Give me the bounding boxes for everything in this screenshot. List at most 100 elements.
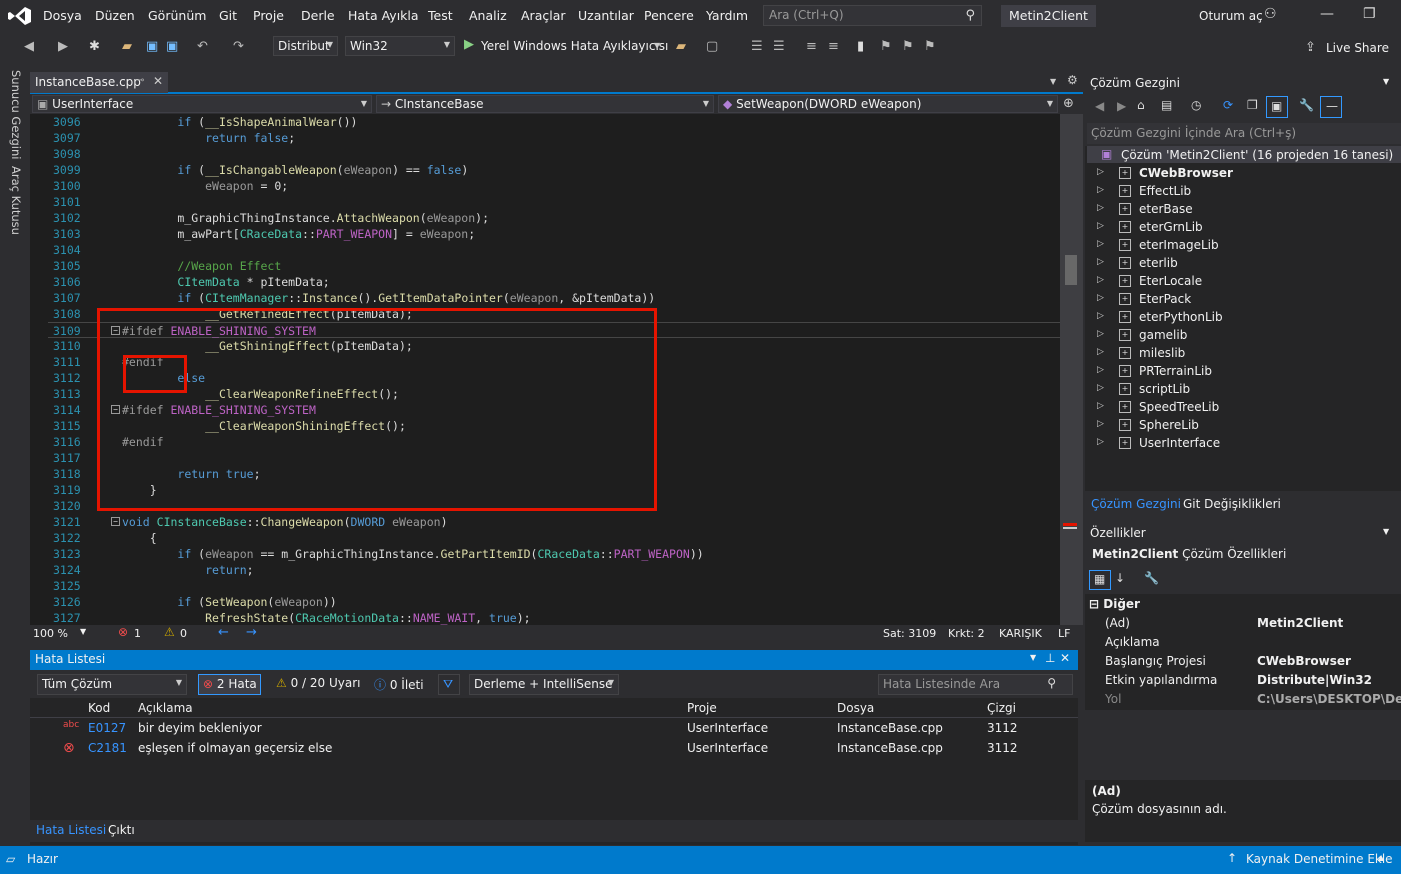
menu-item-10[interactable]: Uzantılar xyxy=(578,8,634,23)
error-project[interactable]: UserInterface xyxy=(687,741,768,755)
solution-explorer-dropdown-icon[interactable]: ▼ xyxy=(1383,77,1389,86)
tree-item-project[interactable]: ▷ + UserInterface xyxy=(1085,434,1401,452)
zoom-level[interactable]: 100 % xyxy=(33,627,68,640)
tab-git-changes[interactable]: Git Değişiklikleri xyxy=(1183,497,1281,511)
col-line[interactable]: Çizgi xyxy=(987,701,1016,715)
visual-studio-logo-icon[interactable] xyxy=(8,6,32,26)
menu-item-12[interactable]: Yardım xyxy=(706,8,748,23)
menu-item-5[interactable]: Derle xyxy=(301,8,335,23)
build-filter-combo[interactable]: Derleme + IntelliSense ▼ xyxy=(469,674,619,695)
start-debugger-button[interactable]: Yerel Windows Hata Ayıklayıcısı xyxy=(481,39,668,53)
tab-instancebase-cpp[interactable]: InstanceBase.cpp ⊸ ✕ xyxy=(30,72,168,93)
forward-icon[interactable]: ▶ xyxy=(58,39,68,54)
error-line[interactable]: 3112 xyxy=(987,721,1018,735)
se-preview-icon[interactable]: — xyxy=(1320,96,1342,118)
expand-icon[interactable]: ▷ xyxy=(1097,419,1104,429)
zoom-dropdown-icon[interactable]: ▼ xyxy=(80,627,86,636)
indent-icon[interactable]: ☰ xyxy=(751,39,763,54)
expand-icon[interactable]: ▷ xyxy=(1097,239,1104,249)
menu-item-2[interactable]: Görünüm xyxy=(148,8,206,23)
code-line[interactable]: 3103 m_awPart[CRaceData::PART_WEAPON] = … xyxy=(48,226,1060,242)
code-line[interactable]: 3101 xyxy=(48,194,1060,210)
panel-dropdown-icon[interactable]: ▼ xyxy=(1030,653,1036,662)
nav-forward-icon[interactable]: → xyxy=(246,625,257,640)
se-back-icon[interactable]: ◀ xyxy=(1095,99,1104,113)
live-share-icon[interactable]: ⇪ xyxy=(1305,40,1316,55)
expand-icon[interactable]: ▷ xyxy=(1097,401,1104,411)
redo-icon[interactable]: ↷ xyxy=(233,39,244,54)
source-control-button[interactable]: Kaynak Denetimine Ekle xyxy=(1246,852,1393,866)
error-file[interactable]: InstanceBase.cpp xyxy=(837,741,943,755)
menu-item-8[interactable]: Analiz xyxy=(469,8,507,23)
tree-item-project[interactable]: ▷ + eterGrnLib xyxy=(1085,218,1401,236)
expand-icon[interactable]: ▷ xyxy=(1097,293,1104,303)
project-nav-combo[interactable]: ▣ UserInterface ▼ xyxy=(32,95,372,113)
error-count-icon[interactable]: ⊗ xyxy=(118,625,128,639)
properties-object[interactable]: Metin2Client Çözüm Özellikleri xyxy=(1085,545,1401,565)
tree-item-project[interactable]: ▷ + EterLocale xyxy=(1085,272,1401,290)
minimize-icon[interactable]: — xyxy=(1320,6,1334,22)
panel-close-icon[interactable]: ✕ xyxy=(1060,651,1070,665)
tab-list-dropdown-icon[interactable]: ▼ xyxy=(1050,77,1056,86)
tree-item-project[interactable]: ▷ + eterlib xyxy=(1085,254,1401,272)
expand-icon[interactable]: ▷ xyxy=(1097,203,1104,213)
menu-item-9[interactable]: Araçlar xyxy=(521,8,566,23)
close-tab-icon[interactable]: ✕ xyxy=(153,74,163,88)
se-properties-icon[interactable]: 🔧 xyxy=(1299,98,1314,112)
debugger-dropdown-icon[interactable]: ▼ xyxy=(654,41,660,50)
tab-error-list[interactable]: Hata Listesi xyxy=(36,823,106,837)
maximize-icon[interactable]: ❐ xyxy=(1363,6,1376,22)
filter-icon[interactable]: ⛛ xyxy=(438,674,460,695)
categorized-icon[interactable]: ▦ xyxy=(1089,570,1111,590)
menu-item-11[interactable]: Pencere xyxy=(644,8,694,23)
tree-item-project[interactable]: ▷ + eterPythonLib xyxy=(1085,308,1401,326)
split-editor-icon[interactable]: ⊕ xyxy=(1063,96,1074,111)
menu-item-4[interactable]: Proje xyxy=(253,8,284,23)
tree-item-project[interactable]: ▷ + PRTerrainLib xyxy=(1085,362,1401,380)
nav-back-icon[interactable]: ← xyxy=(218,625,229,640)
user-icon[interactable]: ⚇ xyxy=(1264,6,1277,22)
expand-icon[interactable]: ▷ xyxy=(1097,437,1104,447)
editor-scroll-thumb[interactable] xyxy=(1065,255,1077,285)
col-file[interactable]: Dosya xyxy=(837,701,874,715)
editor-settings-icon[interactable]: ⚙ xyxy=(1067,73,1078,87)
se-collapse-icon[interactable]: ❐ xyxy=(1247,98,1258,112)
save-icon[interactable]: ▣ xyxy=(146,39,158,54)
property-row[interactable]: Yol C:\Users\DESKTOP\Deskt xyxy=(1085,690,1401,709)
comment-icon[interactable]: ≡ xyxy=(806,39,817,54)
expand-icon[interactable]: ▷ xyxy=(1097,311,1104,321)
error-description[interactable]: eşleşen if olmayan geçersiz else xyxy=(138,741,332,755)
expand-icon[interactable]: ▷ xyxy=(1097,221,1104,231)
undo-icon[interactable]: ↶ xyxy=(197,39,208,54)
code-line[interactable]: 3123 if (eWeapon == m_GraphicThingInstan… xyxy=(48,546,1060,562)
code-line[interactable]: 3104 xyxy=(48,242,1060,258)
warning-count-icon[interactable]: ⚠ xyxy=(164,625,175,639)
code-line[interactable]: 3107 if (CItemManager::Instance().GetIte… xyxy=(48,290,1060,306)
tree-item-project[interactable]: ▷ + SpeedTreeLib xyxy=(1085,398,1401,416)
member-nav-combo[interactable]: ◆ SetWeapon(DWORD eWeapon) ▼ xyxy=(718,95,1058,113)
expand-icon[interactable]: ▷ xyxy=(1097,329,1104,339)
messages-filter-button[interactable]: ⓘ 0 İleti xyxy=(370,674,428,695)
solution-root-row[interactable]: ▣ Çözüm 'Metin2Client' (16 projeden 16 t… xyxy=(1087,146,1401,163)
eol-label[interactable]: LF xyxy=(1058,627,1070,640)
editor-vertical-scrollbar[interactable] xyxy=(1060,114,1083,625)
warnings-filter-button[interactable]: ⚠ 0 / 20 Uyarı xyxy=(272,674,365,695)
code-line[interactable]: 3105 //Weapon Effect xyxy=(48,258,1060,274)
col-project[interactable]: Proje xyxy=(687,701,717,715)
expand-icon[interactable]: ▷ xyxy=(1097,383,1104,393)
tree-item-project[interactable]: ▷ + mileslib xyxy=(1085,344,1401,362)
menu-item-7[interactable]: Test xyxy=(428,8,453,23)
se-home-icon[interactable]: ⌂ xyxy=(1137,98,1145,112)
encoding-label[interactable]: KARIŞIK xyxy=(999,627,1042,640)
clear-bookmarks-icon[interactable]: ⚑ xyxy=(924,39,936,54)
live-share-button[interactable]: Live Share xyxy=(1326,41,1389,55)
scope-combo[interactable]: Tüm Çözüm ▼ xyxy=(37,674,187,695)
col-description[interactable]: Açıklama xyxy=(138,701,193,715)
tree-item-project[interactable]: ▷ + eterBase xyxy=(1085,200,1401,218)
expand-icon[interactable]: ▷ xyxy=(1097,167,1104,177)
se-sync-icon[interactable]: ⟳ xyxy=(1223,98,1233,112)
back-icon[interactable]: ◀ xyxy=(24,39,34,54)
configuration-combo[interactable]: Distribut ▼ xyxy=(273,36,338,56)
code-line[interactable]: 3096 if (__IsShapeAnimalWear()) xyxy=(48,114,1060,130)
expand-icon[interactable]: ▷ xyxy=(1097,347,1104,357)
